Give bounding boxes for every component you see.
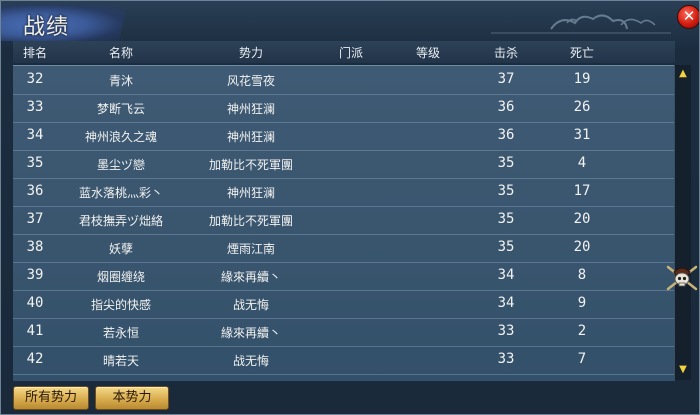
cell-rank: 34 (26, 127, 44, 143)
vertical-scrollbar[interactable]: ▲ ▼ (674, 65, 691, 380)
window-title: 战绩 (23, 15, 70, 40)
cell-deaths: 20 (573, 239, 591, 255)
cell-deaths: 31 (573, 127, 591, 143)
table-row[interactable]: 36 蓝水落桃灬彩丶 神州狂澜 35 17 (13, 178, 675, 207)
cell-name: 晴若天 (102, 354, 140, 368)
col-header-sect: 门派 (338, 46, 364, 60)
table-row[interactable]: 40 指尖的快感 战无悔 34 9 (13, 290, 675, 319)
cell-kills: 35 (497, 239, 515, 255)
cell-deaths: 7 (577, 351, 587, 367)
cell-faction: 緣來再續丶 (220, 270, 282, 284)
cell-deaths: 9 (577, 295, 587, 311)
up-arrow-icon[interactable]: ▲ (676, 67, 690, 81)
column-header-row: 排名 名称 势力 门派 等级 击杀 死亡 (13, 41, 675, 63)
cell-name: 指尖的快感 (90, 298, 152, 312)
cell-rank: 41 (26, 323, 44, 339)
table-row[interactable]: 33 梦断飞云 神州狂澜 36 26 (13, 94, 675, 123)
table-row[interactable]: 41 若永恒 緣來再續丶 33 2 (13, 318, 675, 347)
cell-kills: 35 (497, 155, 515, 171)
cell-rank: 37 (26, 211, 44, 227)
table-row[interactable]: 39 烟圈缠绕 緣來再續丶 34 8 (13, 262, 675, 291)
col-header-rank: 排名 (22, 46, 48, 60)
cell-name: 蓝水落桃灬彩丶 (78, 186, 164, 200)
cell-kills: 36 (497, 127, 515, 143)
cell-faction: 神州狂澜 (226, 102, 276, 116)
cell-rank: 36 (26, 183, 44, 199)
cell-deaths: 20 (573, 211, 591, 227)
table-row[interactable]: 38 妖孽 煙雨江南 35 20 (13, 234, 675, 263)
cell-deaths: 4 (577, 155, 587, 171)
cell-rank: 42 (26, 351, 44, 367)
ranking-table: 32 青沐 风花雪夜 37 19 33 梦断飞云 神州狂澜 36 26 34 神… (13, 65, 675, 381)
skull-pirate-icon[interactable] (665, 261, 699, 295)
cell-rank: 40 (26, 295, 44, 311)
cell-kills: 34 (497, 295, 515, 311)
cell-name: 君枝撫弄ヅ炪絡 (78, 214, 164, 228)
cell-name: 梦断飞云 (96, 102, 146, 116)
cell-deaths: 2 (577, 323, 587, 339)
cell-faction: 緣來再續丶 (220, 326, 282, 340)
close-button[interactable]: ✕ (677, 5, 699, 29)
cell-rank: 39 (26, 267, 44, 283)
cell-name: 墨尘ヅ戀 (96, 158, 146, 172)
cell-kills: 33 (497, 323, 515, 339)
cell-faction: 风花雪夜 (226, 74, 276, 88)
cell-kills: 35 (497, 211, 515, 227)
cell-name: 若永恒 (102, 326, 140, 340)
cell-deaths: 17 (573, 183, 591, 199)
cell-name: 妖孽 (108, 242, 134, 256)
cell-faction: 神州狂澜 (226, 130, 276, 144)
table-row[interactable]: 34 神州浪久之魂 神州狂澜 36 31 (13, 122, 675, 151)
down-arrow-icon[interactable]: ▼ (676, 363, 690, 377)
cell-faction: 煙雨江南 (226, 242, 276, 256)
cell-deaths: 26 (573, 99, 591, 115)
cell-name: 烟圈缠绕 (96, 270, 146, 284)
col-header-name: 名称 (108, 46, 134, 60)
cell-name: 青沐 (108, 74, 134, 88)
cell-rank: 35 (26, 155, 44, 171)
cell-name: 神州浪久之魂 (84, 130, 158, 144)
cell-kills: 37 (497, 71, 515, 87)
cell-kills: 36 (497, 99, 515, 115)
battle-record-window: 战绩 ✕ 排名 名称 势力 门派 等级 击杀 死亡 32 青沐 风花雪夜 37 … (0, 0, 700, 415)
cloud-ornament-icon (491, 14, 671, 34)
col-header-deaths: 死亡 (569, 46, 595, 60)
cell-faction: 加勒比不死軍團 (208, 214, 294, 228)
cell-faction: 神州狂澜 (226, 186, 276, 200)
all-factions-button[interactable]: 所有势力 (13, 386, 89, 410)
table-row[interactable]: 42 晴若天 战无悔 33 7 (13, 346, 675, 375)
table-row[interactable]: 32 青沐 风花雪夜 37 19 (13, 66, 675, 95)
cell-kills: 34 (497, 267, 515, 283)
table-row[interactable]: 37 君枝撫弄ヅ炪絡 加勒比不死軍團 35 20 (13, 206, 675, 235)
col-header-level: 等级 (415, 46, 441, 60)
cell-faction: 战无悔 (232, 298, 270, 312)
my-faction-button[interactable]: 本势力 (95, 386, 169, 410)
cell-faction: 战无悔 (232, 354, 270, 368)
cell-rank: 32 (26, 71, 44, 87)
col-header-faction: 势力 (238, 46, 264, 60)
cell-rank: 38 (26, 239, 44, 255)
cell-rank: 33 (26, 99, 44, 115)
cell-faction: 加勒比不死軍團 (208, 158, 294, 172)
cell-kills: 35 (497, 183, 515, 199)
table-row[interactable]: 35 墨尘ヅ戀 加勒比不死軍團 35 4 (13, 150, 675, 179)
cell-kills: 33 (497, 351, 515, 367)
col-header-kills: 击杀 (493, 46, 519, 60)
cell-deaths: 8 (577, 267, 587, 283)
cell-deaths: 19 (573, 71, 591, 87)
